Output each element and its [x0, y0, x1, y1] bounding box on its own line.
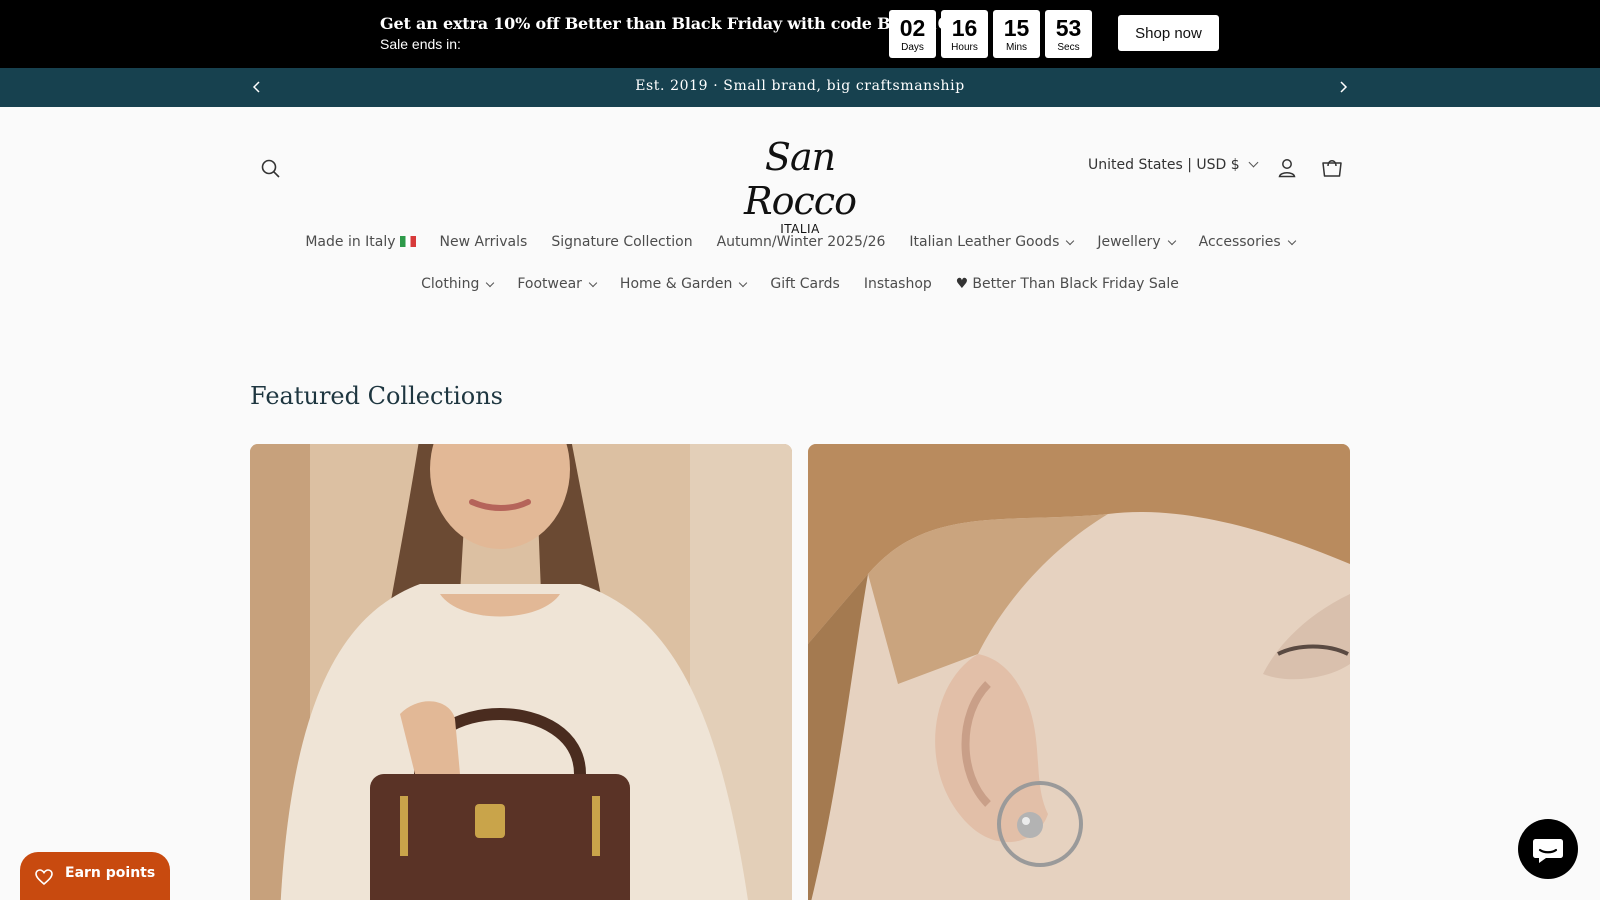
nav-item-new-arrivals[interactable]: New Arrivals — [428, 234, 540, 250]
main-nav-row-1: Made in Italy New Arrivals Signature Col… — [0, 234, 1600, 250]
promo-text: Get an extra 10% off Better than Black F… — [380, 14, 949, 52]
woman-with-leather-handbag-image — [250, 444, 792, 900]
shop-now-button[interactable]: Shop now — [1118, 15, 1219, 51]
chevron-down-icon — [486, 278, 495, 288]
nav-item-instashop[interactable]: Instashop — [852, 276, 944, 292]
nav-label: New Arrivals — [439, 234, 528, 250]
nav-label: Italian Leather Goods — [909, 234, 1060, 250]
countdown-secs: 53 Secs — [1045, 10, 1092, 58]
countdown-label: Hours — [951, 42, 978, 53]
chevron-down-icon — [1248, 157, 1259, 168]
cart-icon[interactable] — [1319, 155, 1345, 185]
nav-item-gift-cards[interactable]: Gift Cards — [758, 276, 851, 292]
nav-label: Autumn/Winter 2025/26 — [716, 234, 886, 250]
nav-item-black-friday-sale[interactable]: ♥ Better Than Black Friday Sale — [944, 276, 1191, 292]
chevron-down-icon — [588, 278, 598, 288]
site-header: San Rocco ITALIA United States | USD $ M… — [0, 107, 1600, 325]
earn-points-button[interactable]: Earn points — [20, 852, 170, 900]
countdown-label: Mins — [1005, 42, 1028, 53]
nav-label: Better Than Black Friday Sale — [972, 276, 1179, 292]
nav-label: Made in Italy — [305, 234, 396, 250]
announcement-bar: Est. 2019 · Small brand, big craftsmansh… — [0, 68, 1600, 107]
nav-item-accessories[interactable]: Accessories — [1187, 234, 1307, 250]
collection-card-jewellery[interactable] — [808, 444, 1350, 900]
logo-script: San Rocco — [744, 135, 857, 223]
countdown-value: 53 — [1055, 15, 1082, 41]
nav-item-italian-leather-goods[interactable]: Italian Leather Goods — [897, 234, 1085, 250]
announcement-text: Est. 2019 · Small brand, big craftsmansh… — [635, 78, 965, 94]
chevron-down-icon — [1066, 236, 1075, 246]
nav-label: Instashop — [863, 276, 932, 292]
countdown-timer: 02 Days 16 Hours 15 Mins 53 Secs — [889, 10, 1092, 58]
earn-points-label: Earn points — [65, 865, 156, 881]
nav-label: Gift Cards — [770, 276, 840, 292]
promo-headline: Get an extra 10% off Better than Black F… — [380, 14, 949, 33]
nav-item-clothing[interactable]: Clothing — [409, 276, 505, 292]
locale-selector[interactable]: United States | USD $ — [1088, 157, 1259, 173]
chevron-right-icon[interactable] — [1333, 77, 1353, 97]
heart-icon: ♥ — [955, 276, 969, 292]
nav-label: Clothing — [421, 276, 480, 292]
countdown-hours: 16 Hours — [941, 10, 988, 58]
promo-subtext: Sale ends in: — [380, 36, 461, 52]
countdown-value: 02 — [899, 15, 926, 41]
chat-icon[interactable] — [1518, 819, 1578, 879]
heart-icon — [35, 869, 53, 886]
nav-item-footwear[interactable]: Footwear — [505, 276, 608, 292]
locale-label: United States | USD $ — [1088, 157, 1240, 173]
chevron-down-icon — [739, 278, 748, 288]
promo-bar: Get an extra 10% off Better than Black F… — [0, 0, 1600, 68]
countdown-days: 02 Days — [889, 10, 936, 58]
countdown-label: Days — [901, 42, 924, 53]
nav-label: Accessories — [1198, 234, 1281, 250]
nav-item-autumn-winter[interactable]: Autumn/Winter 2025/26 — [705, 234, 898, 250]
silver-hoop-earring-image — [808, 444, 1350, 900]
nav-label: Footwear — [517, 276, 582, 292]
countdown-value: 15 — [1003, 15, 1030, 41]
countdown-mins: 15 Mins — [993, 10, 1040, 58]
nav-item-jewellery[interactable]: Jewellery — [1085, 234, 1186, 250]
chevron-down-icon — [1167, 236, 1176, 246]
nav-item-signature-collection[interactable]: Signature Collection — [539, 234, 704, 250]
main-nav-row-2: Clothing Footwear Home & Garden Gift Car… — [0, 276, 1600, 292]
countdown-value: 16 — [951, 15, 978, 41]
nav-label: Jewellery — [1097, 234, 1161, 250]
nav-label: Signature Collection — [551, 234, 693, 250]
logo[interactable]: San Rocco ITALIA — [718, 135, 882, 236]
collection-card-leather-goods[interactable] — [250, 444, 792, 900]
search-icon[interactable] — [259, 157, 283, 185]
nav-item-home-garden[interactable]: Home & Garden — [608, 276, 758, 292]
nav-item-made-in-italy[interactable]: Made in Italy — [293, 234, 427, 250]
chat-bubble-icon — [1533, 839, 1563, 863]
italy-flag-icon — [399, 236, 416, 247]
nav-label: Home & Garden — [619, 276, 733, 292]
account-icon[interactable] — [1275, 156, 1299, 184]
featured-collections-title: Featured Collections — [250, 382, 503, 410]
countdown-label: Secs — [1057, 42, 1080, 53]
chevron-down-icon — [1287, 236, 1296, 246]
